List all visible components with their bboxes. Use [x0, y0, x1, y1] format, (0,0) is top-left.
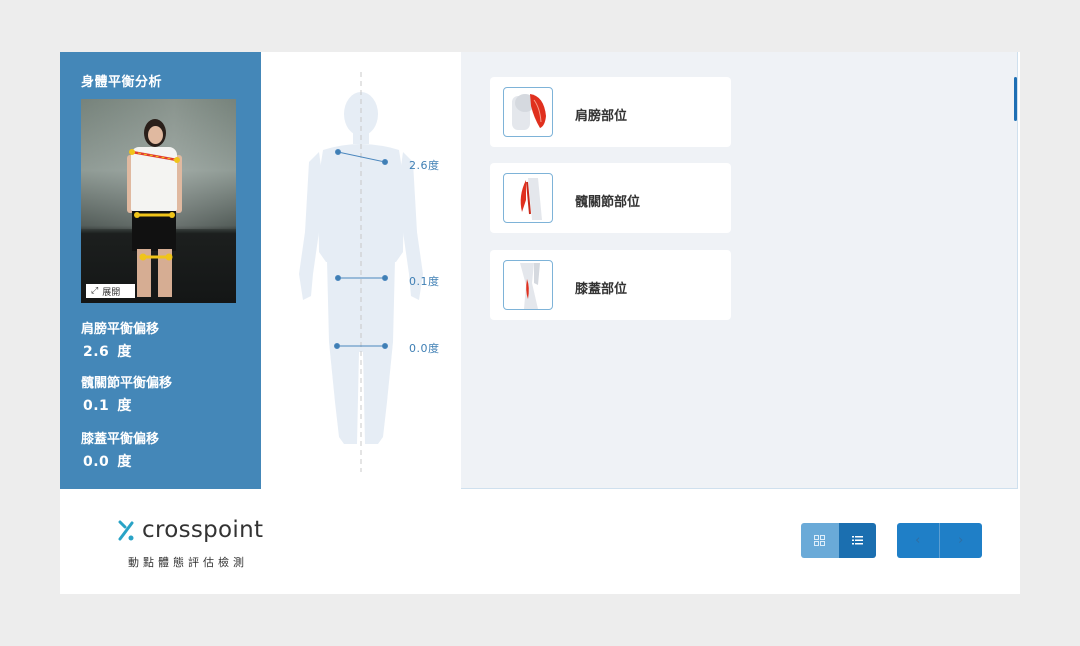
grid-view-icon — [814, 535, 826, 546]
card-shoulder[interactable]: 肩膀部位 — [490, 77, 731, 147]
brand-tagline: 動點體態評估檢測 — [128, 556, 248, 569]
shoulder-degree-label: 2.6度 — [409, 159, 440, 172]
hip-degree-label: 0.1度 — [409, 275, 440, 288]
hip-offset-label: 髖關節平衡偏移 — [81, 376, 173, 391]
card-shoulder-label: 肩膀部位 — [575, 109, 628, 124]
next-page-button[interactable]: › — [940, 523, 983, 558]
posture-overlay — [129, 149, 180, 261]
list-view-button[interactable] — [838, 523, 876, 558]
crosspoint-logo-icon — [118, 520, 134, 541]
app-window: 身體平衡分析 ⤢ 展開 肩膀平衡偏移 2.6 度 髖關節平衡偏移 0.1 度 膝… — [60, 52, 1020, 594]
list-view-icon — [851, 536, 863, 545]
knee-muscle-icon — [503, 260, 553, 310]
card-knee[interactable]: 膝蓋部位 — [490, 250, 731, 320]
view-toggle — [801, 523, 876, 558]
body-part-list: 肩膀部位 髖關節部位 膝蓋部位 — [461, 52, 1018, 489]
footer-bar: crosspoint 動點體態評估檢測 ‹ › — [60, 489, 1020, 594]
body-balance-diagram: 2.6度 0.1度 0.0度 — [261, 52, 461, 489]
posture-photo: ⤢ 展開 — [81, 99, 236, 303]
scrollbar-thumb[interactable] — [1014, 77, 1017, 121]
shoulder-muscle-icon — [503, 87, 553, 137]
chevron-left-icon: ‹ — [915, 533, 921, 548]
expand-icon: ⤢ — [91, 286, 99, 296]
expand-label: 展開 — [102, 287, 121, 298]
card-knee-label: 膝蓋部位 — [575, 282, 628, 297]
knee-offset-value: 0.0 度 — [83, 454, 132, 470]
hip-offset-value: 0.1 度 — [83, 398, 132, 414]
hip-muscle-icon — [503, 173, 553, 223]
chevron-right-icon: › — [958, 533, 964, 548]
grid-view-button[interactable] — [801, 523, 839, 558]
card-hip[interactable]: 髖關節部位 — [490, 163, 731, 233]
body-silhouette — [299, 72, 423, 472]
balance-summary-panel: 身體平衡分析 ⤢ 展開 肩膀平衡偏移 2.6 度 髖關節平衡偏移 0.1 度 膝… — [60, 52, 261, 489]
knee-offset-label: 膝蓋平衡偏移 — [81, 432, 160, 447]
panel-title: 身體平衡分析 — [81, 75, 163, 90]
card-hip-label: 髖關節部位 — [575, 195, 641, 210]
expand-photo-button[interactable]: ⤢ 展開 — [86, 284, 135, 298]
shoulder-offset-label: 肩膀平衡偏移 — [81, 322, 160, 337]
brand-name: crosspoint — [142, 517, 264, 543]
pager: ‹ › — [897, 523, 982, 558]
shoulder-offset-value: 2.6 度 — [83, 344, 132, 360]
prev-page-button[interactable]: ‹ — [897, 523, 940, 558]
knee-degree-label: 0.0度 — [409, 342, 440, 355]
